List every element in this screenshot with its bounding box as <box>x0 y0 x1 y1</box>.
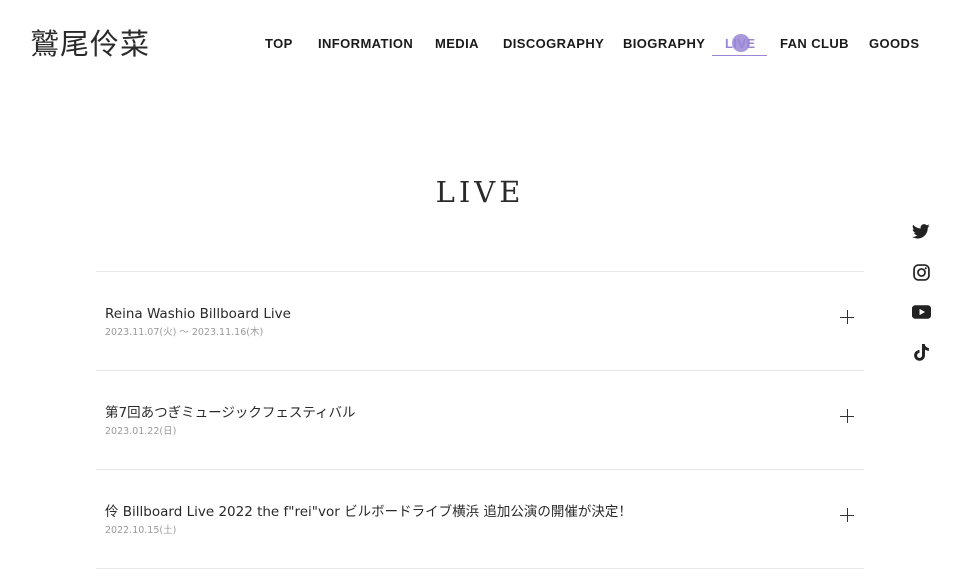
main-nav: TOP INFORMATION MEDIA DISCOGRAPHY BIOGRA… <box>240 34 960 54</box>
list-item-title: 第7回あつぎミュージックフェスティバル <box>105 405 356 421</box>
page-title: LIVE <box>435 175 525 209</box>
list-item-date: 2023.01.22(日) <box>105 426 177 437</box>
list-item[interactable]: Reina Washio Billboard Live 2023.11.07(火… <box>96 271 864 370</box>
tiktok-icon[interactable] <box>910 341 932 363</box>
twitter-icon[interactable] <box>910 220 932 242</box>
live-list: Reina Washio Billboard Live 2023.11.07(火… <box>96 271 864 569</box>
expand-plus-icon[interactable] <box>840 508 854 522</box>
nav-item-biography[interactable]: BIOGRAPHY <box>623 34 705 54</box>
expand-plus-icon[interactable] <box>840 409 854 423</box>
list-item-date: 2022.10.15(土) <box>105 525 177 536</box>
nav-item-goods[interactable]: GOODS <box>869 34 919 54</box>
list-item-date: 2023.11.07(火) 〜 2023.11.16(木) <box>105 327 264 338</box>
youtube-icon[interactable] <box>910 301 932 323</box>
list-item-title: 伶 Billboard Live 2022 the f"rei"vor ビルボー… <box>105 504 632 520</box>
cursor-indicator <box>732 34 750 52</box>
nav-item-information[interactable]: INFORMATION <box>318 34 413 54</box>
nav-item-discography[interactable]: DISCOGRAPHY <box>503 34 604 54</box>
nav-active-underline <box>712 55 767 56</box>
nav-item-fan-club[interactable]: FAN CLUB <box>780 34 849 54</box>
page: 鷲尾伶菜 TOP INFORMATION MEDIA DISCOGRAPHY B… <box>0 0 960 584</box>
expand-plus-icon[interactable] <box>840 310 854 324</box>
list-item[interactable]: 伶 Billboard Live 2022 the f"rei"vor ビルボー… <box>96 469 864 569</box>
list-item[interactable]: 第7回あつぎミュージックフェスティバル 2023.01.22(日) <box>96 370 864 469</box>
nav-item-top[interactable]: TOP <box>265 34 293 54</box>
nav-item-media[interactable]: MEDIA <box>435 34 479 54</box>
site-logo[interactable]: 鷲尾伶菜 <box>30 26 150 62</box>
list-item-title: Reina Washio Billboard Live <box>105 306 291 322</box>
instagram-icon[interactable] <box>910 261 932 283</box>
